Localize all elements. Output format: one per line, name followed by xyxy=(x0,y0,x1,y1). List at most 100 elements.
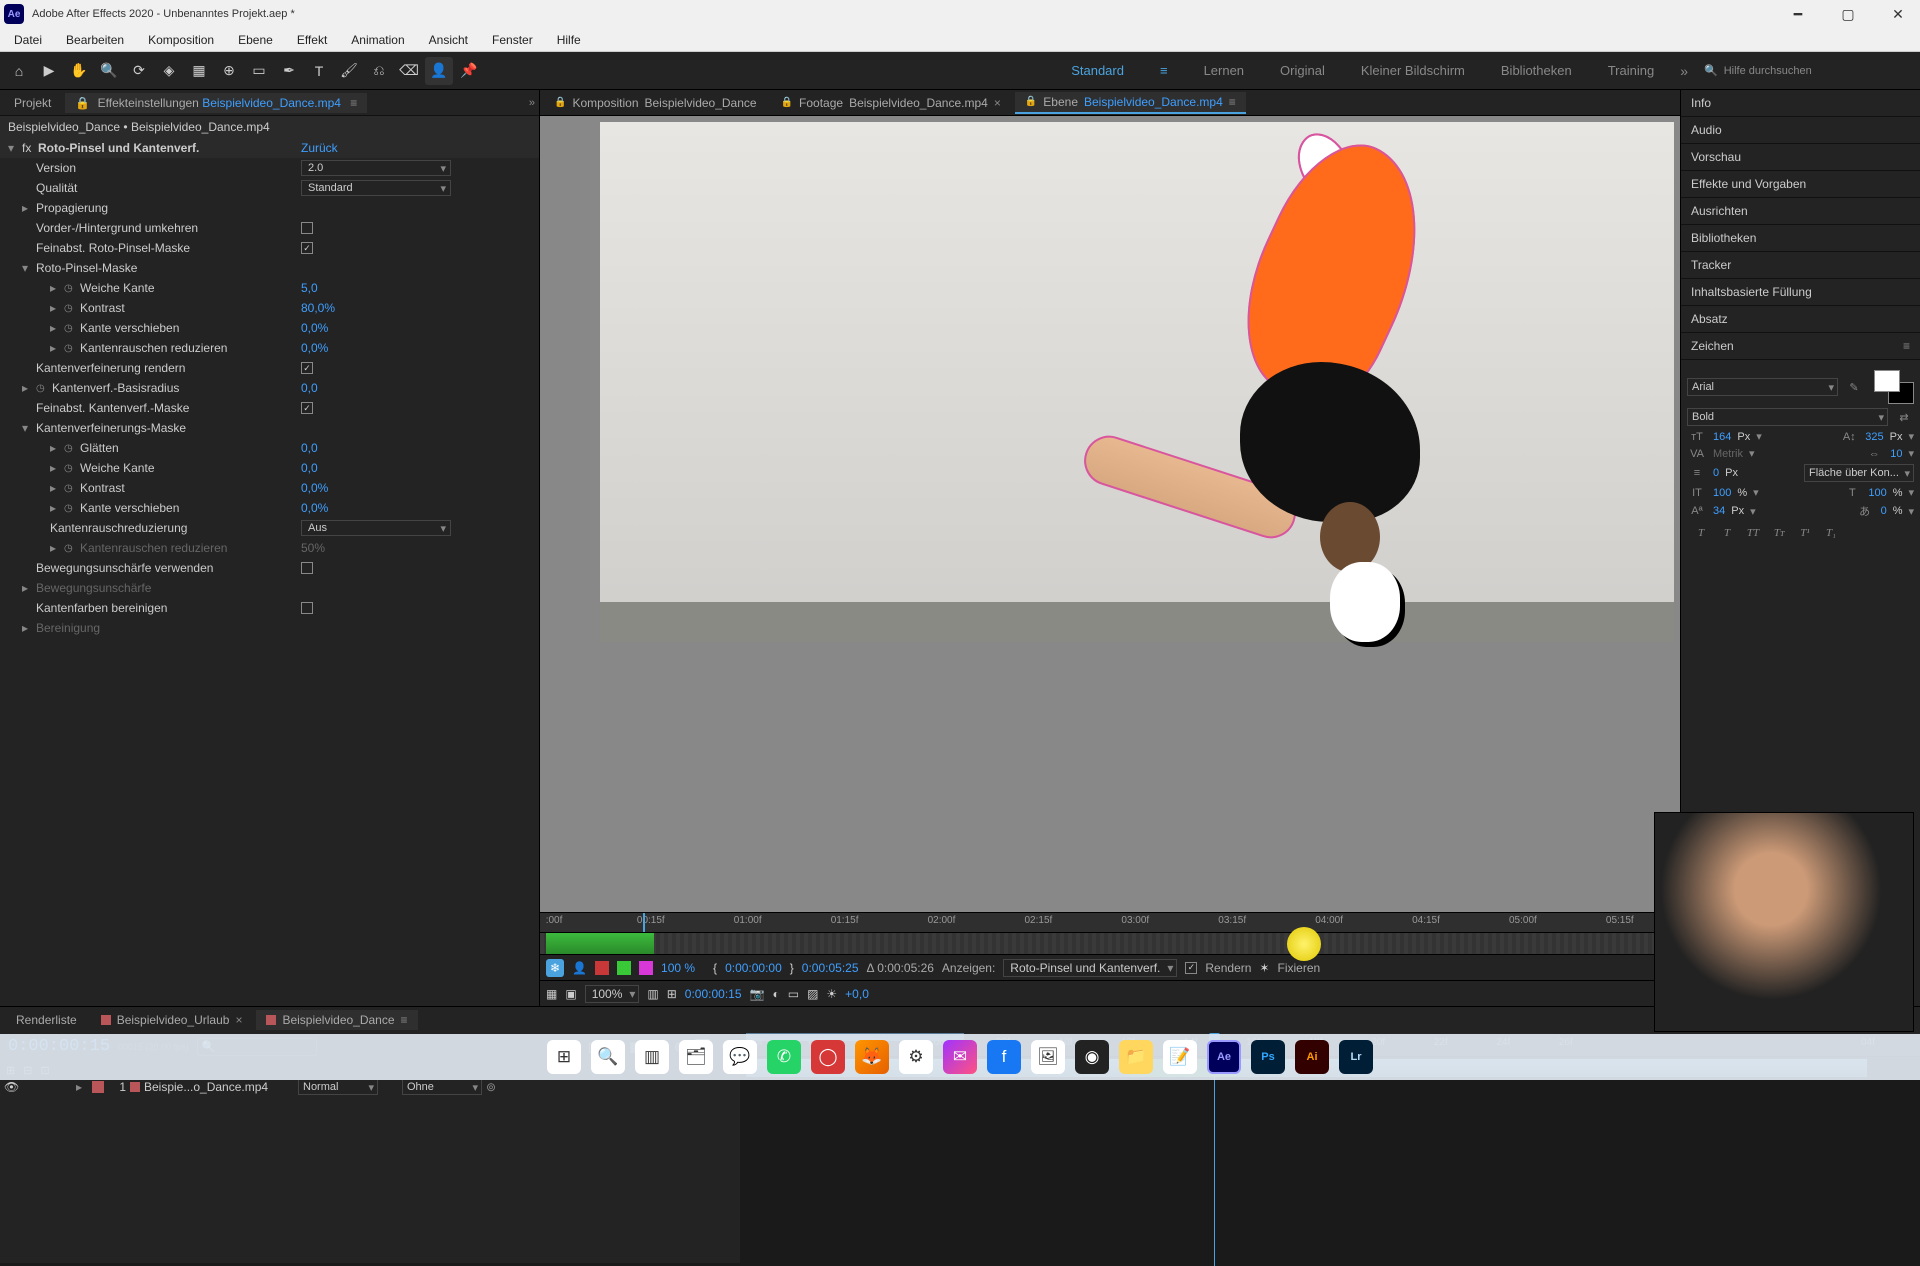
teams-icon[interactable]: 💬 xyxy=(723,1040,757,1074)
view-option-dropdown[interactable]: Roto-Pinsel und Kantenverf. xyxy=(1003,959,1177,977)
blend-mode-dropdown[interactable]: Normal xyxy=(298,1079,378,1095)
zoom-dropdown[interactable]: 100% xyxy=(585,985,640,1003)
twirl-icon[interactable]: ▸ xyxy=(50,461,64,475)
tab-effekteinstellungen[interactable]: 🔒 Effekteinstellungen Beispielvideo_Danc… xyxy=(65,93,367,113)
noise-value[interactable]: 0,0% xyxy=(301,341,328,355)
reset-link[interactable]: Zurück xyxy=(301,141,338,155)
panel-absatz[interactable]: Absatz xyxy=(1681,306,1920,333)
lightroom-icon[interactable]: Lr xyxy=(1339,1040,1373,1074)
stroke-width[interactable]: 0 xyxy=(1713,467,1719,479)
twirl-icon[interactable]: ▾ xyxy=(22,421,36,435)
puppet-tool-icon[interactable]: 📌 xyxy=(455,57,483,85)
search-icon[interactable]: 🔍 xyxy=(591,1040,625,1074)
close-button[interactable]: ✕ xyxy=(1880,6,1916,23)
panel-overflow-icon[interactable]: » xyxy=(529,97,535,109)
guides-icon[interactable]: ⊞ xyxy=(667,987,677,1001)
parent-pickwhip-icon[interactable]: ⊚ xyxy=(486,1080,496,1094)
workspace-bibliotheken[interactable]: Bibliotheken xyxy=(1483,63,1590,78)
effect-name[interactable]: Roto-Pinsel und Kantenverf. xyxy=(38,141,199,155)
stopwatch-icon[interactable]: ◷ xyxy=(64,503,80,514)
out-point[interactable]: 0:00:05:25 xyxy=(802,961,859,975)
panel-tracker[interactable]: Tracker xyxy=(1681,252,1920,279)
hand-tool-icon[interactable]: ✋ xyxy=(65,57,93,85)
facebook-icon[interactable]: f xyxy=(987,1040,1021,1074)
help-search[interactable]: 🔍 Hilfe durchsuchen xyxy=(1696,64,1916,77)
camera-tool-icon[interactable]: ▦ xyxy=(185,57,213,85)
shape-tool-icon[interactable]: ▭ xyxy=(245,57,273,85)
twirl-icon[interactable]: ▸ xyxy=(50,281,64,295)
brush-tool-icon[interactable]: 🖌 xyxy=(335,57,363,85)
workspace-standard[interactable]: Standard xyxy=(1053,63,1142,78)
font-family-dropdown[interactable]: Arial xyxy=(1687,378,1838,396)
panel-menu-icon[interactable]: ≡ xyxy=(350,96,357,110)
kerning-dropdown[interactable]: Metrik xyxy=(1713,448,1743,460)
stroke-fg-swatch[interactable] xyxy=(595,961,609,975)
brush-pct[interactable]: 100 % xyxy=(661,961,695,975)
tab-layer[interactable]: 🔒 Ebene Beispielvideo_Dance.mp4 ≡ xyxy=(1015,92,1246,114)
grid-icon[interactable]: ▦ xyxy=(546,987,557,1001)
invert-checkbox[interactable] xyxy=(301,222,313,234)
layer-color-swatch[interactable] xyxy=(92,1081,104,1093)
menu-effekt[interactable]: Effekt xyxy=(287,31,337,49)
start-icon[interactable]: ⊞ xyxy=(547,1040,581,1074)
twirl-icon[interactable]: ▸ xyxy=(22,381,36,395)
app-icon[interactable]: 🖼 xyxy=(1031,1040,1065,1074)
twirl-icon[interactable]: ▸ xyxy=(76,1080,88,1094)
stopwatch-icon[interactable]: ◷ xyxy=(64,483,80,494)
panel-zeichen[interactable]: Zeichen≡ xyxy=(1681,333,1920,360)
exposure-offset[interactable]: +0,0 xyxy=(845,987,869,1001)
version-dropdown[interactable]: 2.0 xyxy=(301,160,451,176)
shift-value[interactable]: 0,0% xyxy=(301,321,328,335)
stopwatch-icon[interactable]: ◷ xyxy=(64,463,80,474)
panel-menu-icon[interactable]: ≡ xyxy=(1903,339,1910,353)
twirl-icon[interactable]: ▸ xyxy=(50,481,64,495)
notepad-icon[interactable]: 📝 xyxy=(1163,1040,1197,1074)
layer-link[interactable]: Beispielvideo_Dance.mp4 xyxy=(1084,95,1223,109)
menu-bearbeiten[interactable]: Bearbeiten xyxy=(56,31,134,49)
folder-icon[interactable]: 📁 xyxy=(1119,1040,1153,1074)
pen-tool-icon[interactable]: ✒ xyxy=(275,57,303,85)
close-icon[interactable]: × xyxy=(994,96,1001,110)
exposure-icon[interactable]: ☀ xyxy=(826,987,837,1001)
leading[interactable]: 325 xyxy=(1865,431,1883,443)
tab-urlaub[interactable]: Beispielvideo_Urlaub× xyxy=(91,1010,253,1030)
photoshop-icon[interactable]: Ps xyxy=(1251,1040,1285,1074)
timeline-layer-row[interactable]: 👁 ▸ 1 Beispie...o_Dance.mp4 Normal Ohne … xyxy=(0,1077,740,1097)
eyedropper-icon[interactable]: ✎ xyxy=(1844,381,1864,394)
workspace-overflow-icon[interactable]: » xyxy=(1672,63,1696,79)
res-icon[interactable]: ▥ xyxy=(647,987,658,1001)
stopwatch-icon[interactable]: ◷ xyxy=(64,443,80,454)
roto-propagation-track[interactable] xyxy=(540,932,1680,954)
fill-over-dropdown[interactable]: Fläche über Kon... xyxy=(1804,464,1914,482)
toggle-icon[interactable]: ◐ xyxy=(772,987,779,1001)
menu-animation[interactable]: Animation xyxy=(341,31,414,49)
panel-effekte[interactable]: Effekte und Vorgaben xyxy=(1681,171,1920,198)
obs-icon[interactable]: ◉ xyxy=(1075,1040,1109,1074)
maximize-button[interactable]: ▢ xyxy=(1830,6,1866,23)
stopwatch-icon[interactable]: ◷ xyxy=(36,383,52,394)
decon-checkbox[interactable] xyxy=(301,602,313,614)
orbit-tool-icon[interactable]: ⟳ xyxy=(125,57,153,85)
menu-hilfe[interactable]: Hilfe xyxy=(547,31,591,49)
baseline[interactable]: 34 xyxy=(1713,505,1725,517)
stopwatch-icon[interactable]: ◷ xyxy=(64,323,80,334)
layer-viewer[interactable] xyxy=(540,116,1680,912)
fine-edge-checkbox[interactable]: ✓ xyxy=(301,402,313,414)
in-point[interactable]: 0:00:00:00 xyxy=(725,961,782,975)
panel-vorschau[interactable]: Vorschau xyxy=(1681,144,1920,171)
fine-roto-checkbox[interactable]: ✓ xyxy=(301,242,313,254)
stopwatch-icon[interactable]: ◷ xyxy=(64,343,80,354)
region-icon[interactable]: ▭ xyxy=(788,987,799,1001)
roto-brush-tool-icon[interactable]: 👤 xyxy=(425,57,453,85)
after-effects-icon[interactable]: Ae xyxy=(1207,1040,1241,1074)
italic-icon[interactable]: T xyxy=(1717,527,1737,539)
contrast2-value[interactable]: 0,0% xyxy=(301,481,328,495)
tracking[interactable]: 10 xyxy=(1890,448,1902,460)
workspace-menu-icon[interactable]: ≡ xyxy=(1142,63,1186,78)
tab-footage[interactable]: 🔒 Footage Beispielvideo_Dance.mp4 × xyxy=(771,93,1011,113)
workspace-kleiner[interactable]: Kleiner Bildschirm xyxy=(1343,63,1483,78)
twirl-icon[interactable]: ▸ xyxy=(50,341,64,355)
allcaps-icon[interactable]: TT xyxy=(1743,527,1763,539)
eraser-tool-icon[interactable]: ⌫ xyxy=(395,57,423,85)
stopwatch-icon[interactable]: ◷ xyxy=(64,303,80,314)
